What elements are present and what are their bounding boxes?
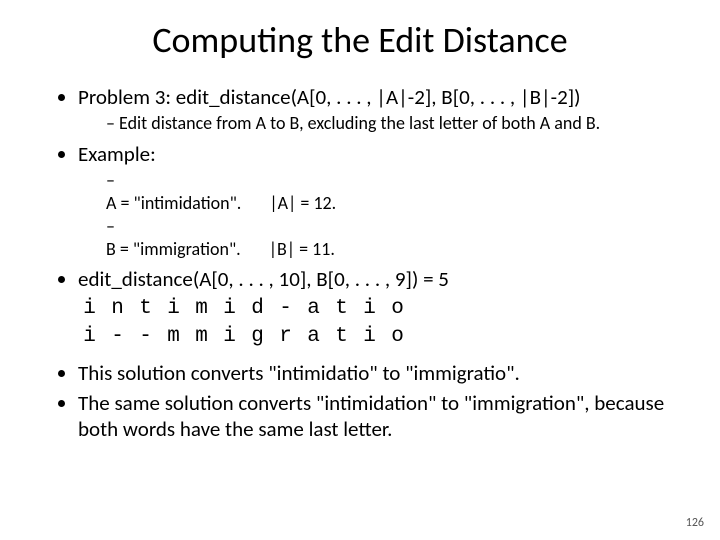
example-b: B = "immigration". |B| = 11. [106,215,672,260]
example-a-len: |A| = 12. [269,192,364,215]
bullet-solution2: The same solution converts "intimidation… [78,390,672,443]
bullet-example: Example: A = "intimidation". |A| = 12. B… [78,141,672,260]
example-a: A = "intimidation". |A| = 12. [106,169,672,214]
example-a-str: A = "intimidation". [106,192,269,215]
bullet-problem3-sub: Edit distance from A to B, excluding the… [106,112,672,135]
alignment-row-1: intimid-atio [76,296,672,322]
bullet-example-text: Example: [78,141,156,167]
alignment-row-2: i--mmigratio [76,324,672,350]
bullet-problem3-text: Problem 3: edit_distance(A[0, . . . , |A… [78,84,581,110]
bullet-editdist-result: edit_distance(A[0, . . . , 10], B[0, . .… [78,266,672,292]
page-number: 126 [686,516,704,530]
example-b-str: B = "immigration". [106,238,269,261]
bullet-list-2: This solution converts "intimidatio" to … [48,360,672,443]
bullet-list: Problem 3: edit_distance(A[0, . . . , |A… [48,84,672,292]
bullet-solution1: This solution converts "intimidatio" to … [78,360,672,386]
bullet-problem3: Problem 3: edit_distance(A[0, . . . , |A… [78,84,672,135]
slide-title: Computing the Edit Distance [48,18,672,62]
example-b-len: |B| = 11. [269,238,363,261]
